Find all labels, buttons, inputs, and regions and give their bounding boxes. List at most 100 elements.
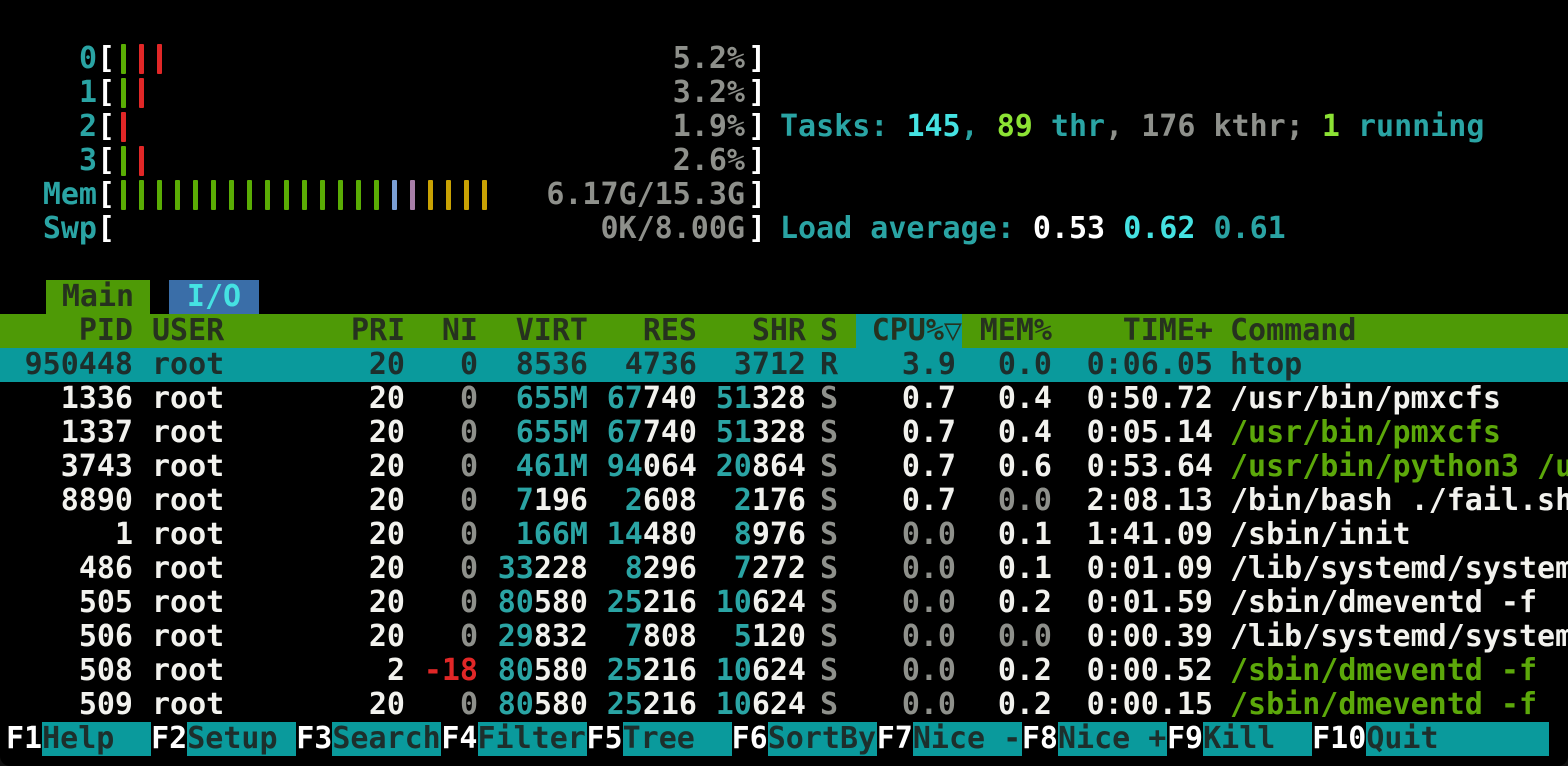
fnkey-setup[interactable]: F2Setup bbox=[151, 722, 296, 756]
mem-value: 655M bbox=[516, 382, 588, 416]
cell-virt: 80580 bbox=[478, 654, 588, 688]
column-header-user[interactable]: USER bbox=[133, 314, 351, 348]
tasks-line: Tasks: 145, 89 thr, 176 kthr; 1 running bbox=[780, 110, 1484, 144]
cell-shr: 51328 bbox=[697, 416, 806, 450]
column-header-time[interactable]: TIME+ bbox=[1052, 314, 1213, 348]
cell-cpu-percent: 0.0 bbox=[856, 552, 956, 586]
cell-mem-percent: 0.2 bbox=[956, 586, 1052, 620]
cell-state: S bbox=[806, 416, 856, 450]
column-header-ni[interactable]: NI bbox=[405, 314, 478, 348]
cell-time: 0:01.59 bbox=[1052, 586, 1213, 620]
meter-label: Mem bbox=[6, 178, 97, 212]
table-row[interactable]: 506root2002983278085120S0.00.00:00.39/li… bbox=[0, 620, 1568, 654]
mem-value-high: 33 bbox=[498, 552, 534, 586]
column-header-virt[interactable]: VIRT bbox=[478, 314, 588, 348]
text-segment bbox=[1105, 211, 1123, 246]
tab-io[interactable]: I/O bbox=[169, 280, 259, 314]
meter-tick bbox=[284, 180, 289, 210]
column-header-res[interactable]: RES bbox=[588, 314, 697, 348]
meter-mem: Mem[6.17G/15.3G] bbox=[6, 178, 766, 212]
meter-open-bracket: [ bbox=[97, 110, 115, 144]
mem-value-high: 10 bbox=[716, 688, 752, 722]
column-header-shr[interactable]: SHR bbox=[697, 314, 806, 348]
cell-time: 0:05.14 bbox=[1052, 416, 1213, 450]
column-header-cpu[interactable]: CPU%▽ bbox=[856, 314, 962, 348]
fnkey-action-label: Nice - bbox=[913, 722, 1022, 756]
meter-tick bbox=[464, 180, 469, 210]
meter-tick bbox=[121, 146, 126, 176]
mem-value-low: 624 bbox=[752, 688, 806, 722]
mem-value-low: 296 bbox=[643, 552, 697, 586]
cell-nice: 0 bbox=[405, 348, 478, 382]
table-row[interactable]: 508root2-18805802521610624S0.00.20:00.52… bbox=[0, 654, 1568, 688]
fnkey-key-label: F6 bbox=[732, 722, 768, 756]
meter-label: 0 bbox=[6, 42, 97, 76]
table-row[interactable]: 1337root200655M6774051328S0.70.40:05.14/… bbox=[0, 416, 1568, 450]
mem-value: 655M bbox=[516, 416, 588, 450]
meter-tick bbox=[139, 180, 144, 210]
fnkey-search[interactable]: F3Search bbox=[296, 722, 441, 756]
table-row[interactable]: 1336root200655M6774051328S0.70.40:50.72/… bbox=[0, 382, 1568, 416]
cell-pid: 508 bbox=[6, 654, 133, 688]
table-row[interactable]: 1root200166M144808976S0.00.11:41.09/sbin… bbox=[0, 518, 1568, 552]
fnkey-help[interactable]: F1Help bbox=[6, 722, 151, 756]
meter-close-bracket: ] bbox=[748, 76, 766, 110]
table-row[interactable]: 3743root200461M9406420864S0.70.60:53.64/… bbox=[0, 450, 1568, 484]
mem-value-high: 29 bbox=[498, 620, 534, 654]
mem-value-low: 740 bbox=[643, 416, 697, 450]
fnkey-kill[interactable]: F9Kill bbox=[1167, 722, 1312, 756]
mem-value-low: 216 bbox=[643, 654, 697, 688]
mem-value-high: 8 bbox=[625, 552, 643, 586]
cell-res: 25216 bbox=[588, 654, 697, 688]
table-row[interactable]: 509root200805802521610624S0.00.20:00.15/… bbox=[0, 688, 1568, 722]
fnkey-action-label: Tree bbox=[623, 722, 732, 756]
column-header-s[interactable]: S bbox=[806, 314, 856, 348]
cell-user: root bbox=[133, 382, 351, 416]
cell-time: 0:53.64 bbox=[1052, 450, 1213, 484]
meter-bar: 0K/8.00G bbox=[115, 212, 748, 246]
table-row[interactable]: 950448root200853647363712R3.90.00:06.05h… bbox=[0, 348, 1568, 382]
table-row[interactable]: 8890root200719626082176S0.70.02:08.13/bi… bbox=[0, 484, 1568, 518]
cell-pri: 20 bbox=[351, 348, 405, 382]
fnkey-nice-[interactable]: F8Nice + bbox=[1022, 722, 1167, 756]
cell-pri: 20 bbox=[351, 416, 405, 450]
column-header-cmd[interactable]: Command bbox=[1213, 314, 1568, 348]
cell-shr: 5120 bbox=[697, 620, 806, 654]
cell-pid: 506 bbox=[6, 620, 133, 654]
fnkey-tree[interactable]: F5Tree bbox=[587, 722, 732, 756]
column-header-mem[interactable]: MEM% bbox=[962, 314, 1052, 348]
screen-tabs: Main I/O bbox=[6, 280, 259, 314]
meter-label: 1 bbox=[6, 76, 97, 110]
column-header-pri[interactable]: PRI bbox=[351, 314, 405, 348]
cell-state: S bbox=[806, 620, 856, 654]
cell-user: root bbox=[133, 348, 351, 382]
cell-pid: 509 bbox=[6, 688, 133, 722]
meter-bar: 3.2% bbox=[115, 76, 748, 110]
meter-tick bbox=[121, 180, 126, 210]
column-header-pid[interactable]: PID bbox=[6, 314, 133, 348]
cell-state: S bbox=[806, 688, 856, 722]
fnkey-nice-[interactable]: F7Nice - bbox=[877, 722, 1022, 756]
cell-command: /sbin/init bbox=[1213, 518, 1568, 552]
meter-bar: 1.9% bbox=[115, 110, 748, 144]
table-row[interactable]: 505root200805802521610624S0.00.20:01.59/… bbox=[0, 586, 1568, 620]
cell-shr: 10624 bbox=[697, 688, 806, 722]
mem-value-high: 67 bbox=[607, 416, 643, 450]
fnkey-quit[interactable]: F10Quit bbox=[1312, 722, 1549, 756]
cell-cpu-percent: 0.7 bbox=[856, 450, 956, 484]
cell-nice: 0 bbox=[405, 484, 478, 518]
fnkey-key-label: F10 bbox=[1312, 722, 1366, 756]
fnkey-action-label: Nice + bbox=[1058, 722, 1167, 756]
cell-time: 0:50.72 bbox=[1052, 382, 1213, 416]
cell-res: 67740 bbox=[588, 416, 697, 450]
tab-main[interactable]: Main bbox=[46, 280, 150, 314]
meter-2: 2[1.9%] bbox=[6, 110, 766, 144]
fnkey-key-label: F3 bbox=[296, 722, 332, 756]
text-segment: 145 bbox=[906, 109, 960, 144]
table-row[interactable]: 486root2003322882967272S0.00.10:01.09/li… bbox=[0, 552, 1568, 586]
fnkey-filter[interactable]: F4Filter bbox=[441, 722, 586, 756]
mem-value: 166M bbox=[516, 518, 588, 552]
fnkey-key-label: F8 bbox=[1022, 722, 1058, 756]
cell-user: root bbox=[133, 416, 351, 450]
fnkey-sortby[interactable]: F6SortBy bbox=[732, 722, 877, 756]
